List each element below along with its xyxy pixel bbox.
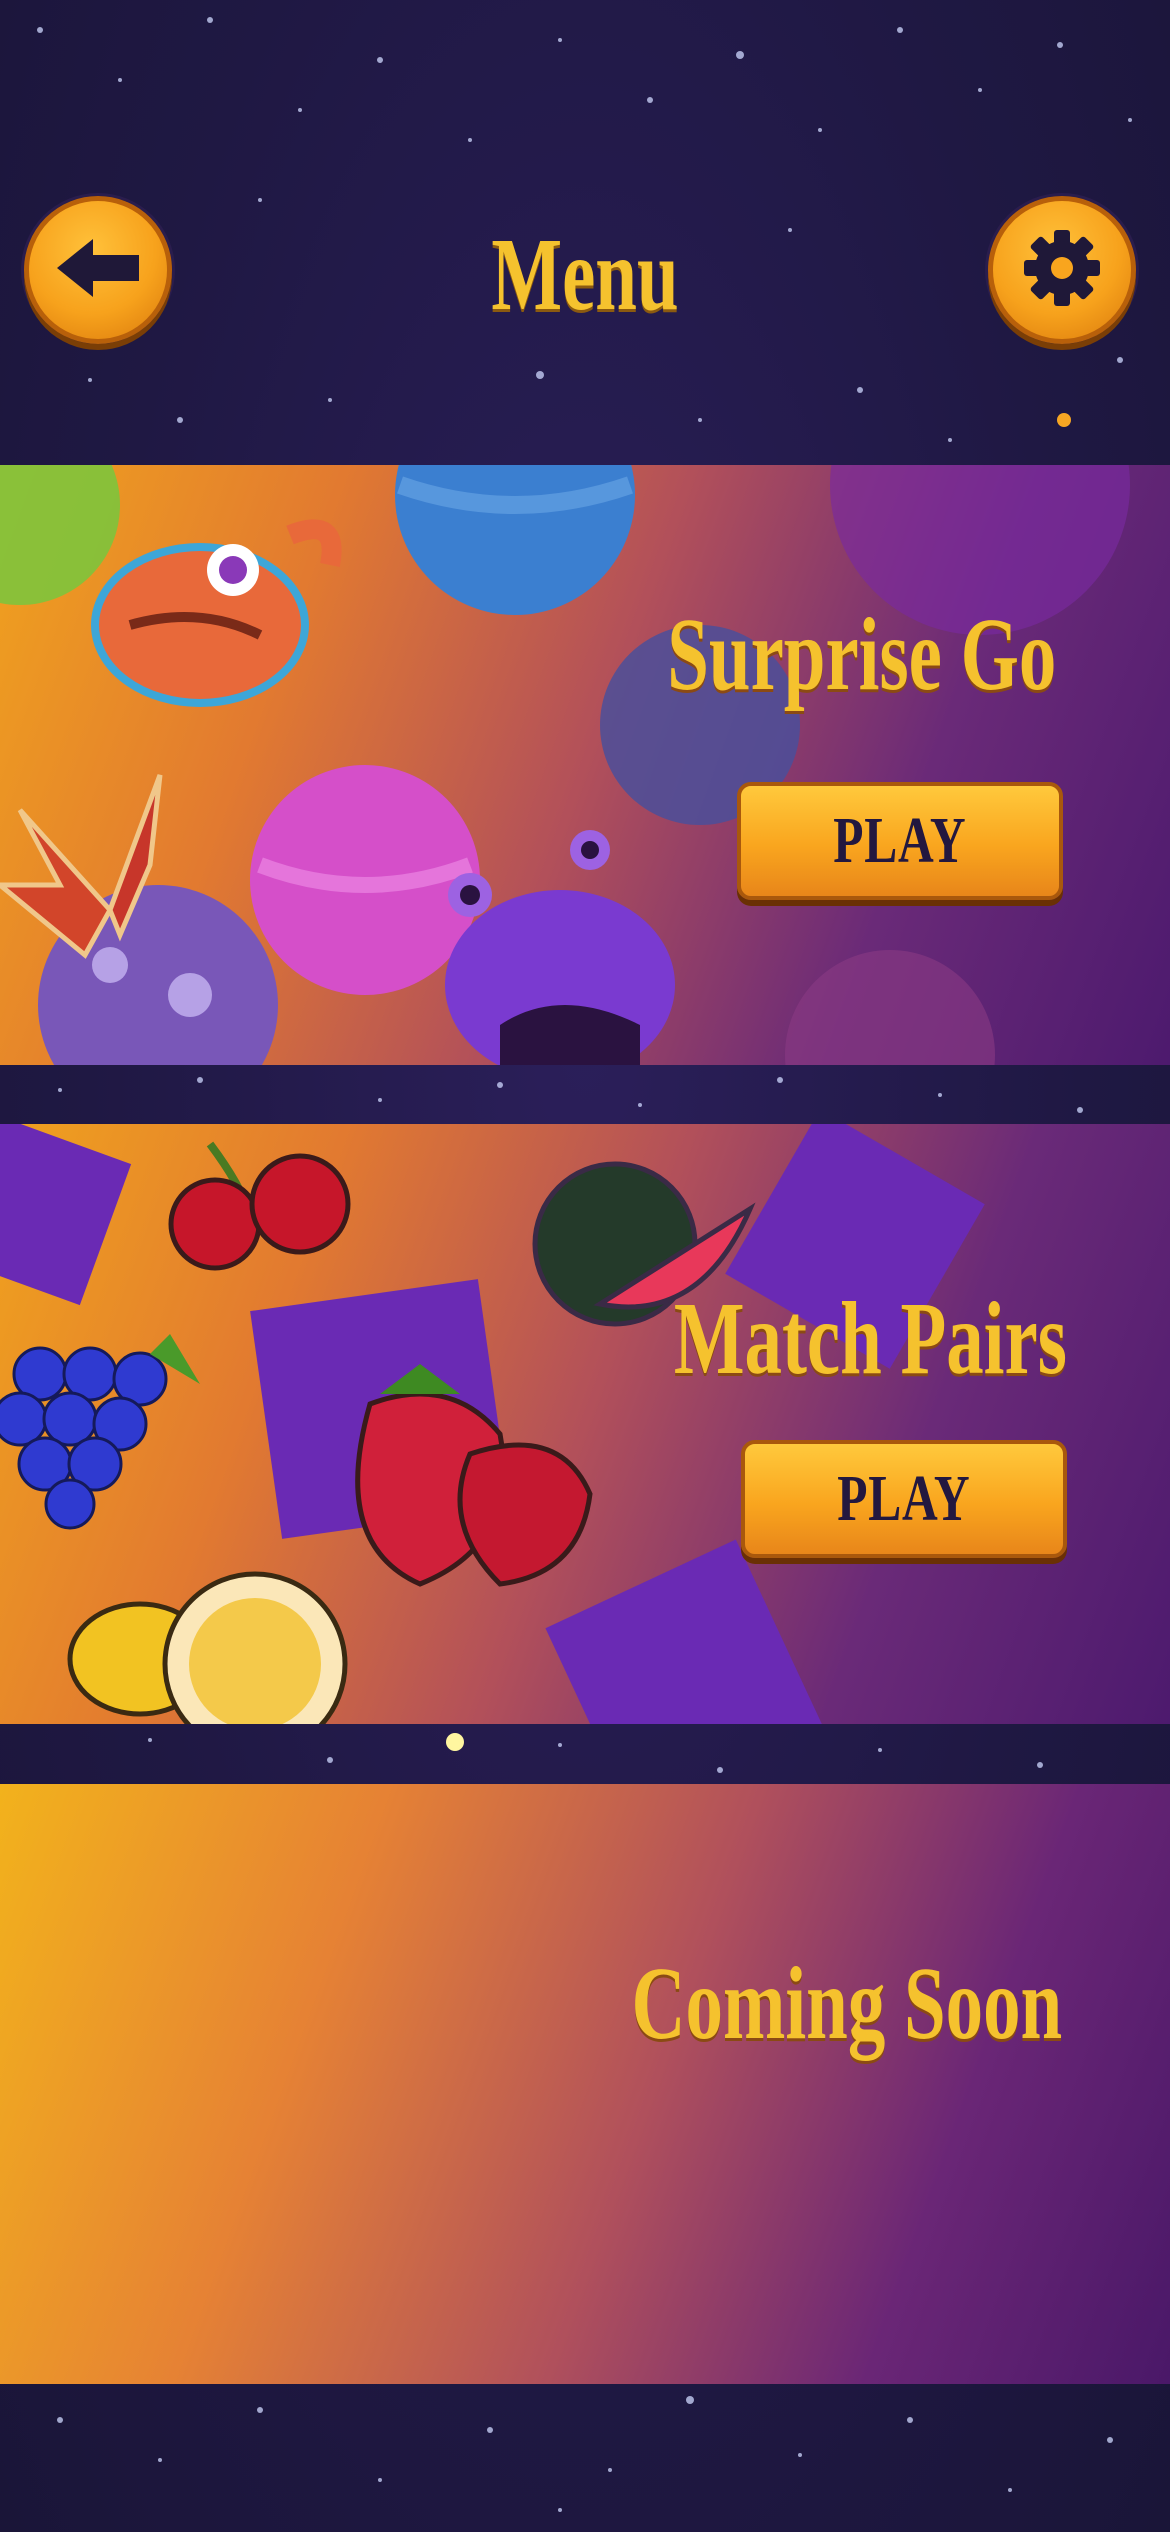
play-button-label: PLAY — [833, 804, 967, 877]
game-card-surprise-go: Surprise Go PLAY — [0, 465, 1170, 1065]
back-button[interactable] — [24, 196, 172, 344]
arrow-left-icon — [53, 233, 143, 308]
gear-icon — [1021, 227, 1103, 314]
game-title: Match Pairs — [673, 1281, 1067, 1396]
game-title: Surprise Go — [667, 597, 1056, 712]
game-card-coming-soon: Coming Soon — [0, 1784, 1170, 2384]
card-background — [0, 1784, 1170, 2384]
card-artwork — [0, 1124, 985, 1724]
page-title: Menu — [491, 217, 679, 332]
play-button-label: PLAY — [837, 1462, 971, 1535]
play-button-surprise-go[interactable]: PLAY — [737, 782, 1063, 900]
settings-button[interactable] — [988, 196, 1136, 344]
coming-soon-title: Coming Soon — [631, 1946, 1062, 2061]
play-button-match-pairs[interactable]: PLAY — [741, 1440, 1067, 1558]
card-artwork — [0, 465, 1130, 1065]
game-card-match-pairs: Match Pairs PLAY — [0, 1124, 1170, 1724]
